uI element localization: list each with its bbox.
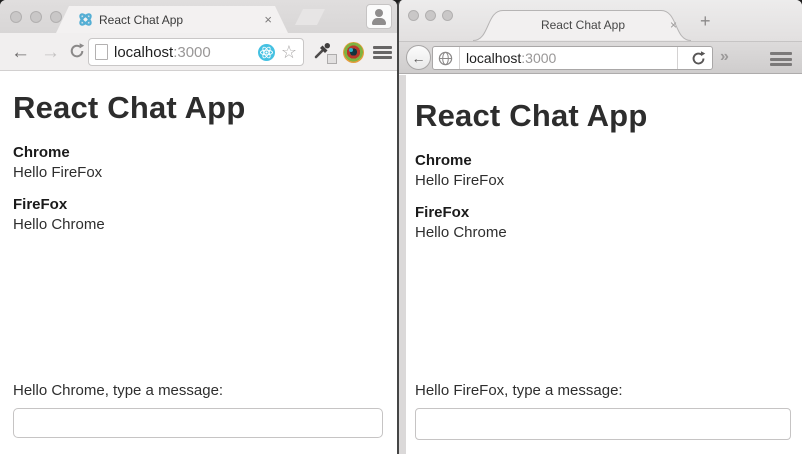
back-button[interactable]: ←	[11, 43, 30, 62]
message-sender: FireFox	[13, 196, 68, 213]
message-compose-area: Hello FireFox, type a message:	[415, 382, 791, 440]
colorpicker-extension-icon[interactable]	[343, 42, 364, 63]
eyedropper-extension-icon[interactable]	[313, 41, 337, 64]
message-text: Hello FireFox	[13, 164, 103, 181]
tab-title: React Chat App	[99, 12, 184, 27]
chrome-toolbar: ← → localhost:3000 ☆	[0, 33, 397, 71]
firefox-toolbar: ← localhost:3000 »	[399, 41, 802, 74]
message-input[interactable]	[13, 408, 383, 438]
message-text: Hello Chrome	[415, 224, 507, 241]
page-icon	[95, 44, 108, 60]
forward-button[interactable]: →	[41, 43, 60, 62]
address-bar[interactable]: localhost:3000 ☆	[88, 38, 304, 66]
react-favicon-icon	[78, 12, 93, 27]
page-title: React Chat App	[415, 98, 648, 133]
url-port: :3000	[521, 50, 557, 66]
globe-icon	[438, 51, 453, 66]
reload-button[interactable]	[684, 50, 712, 66]
firefox-page-content: React Chat App Chrome Hello FireFox Fire…	[406, 75, 802, 454]
message-text: Hello Chrome	[13, 216, 105, 233]
message-text: Hello FireFox	[415, 172, 505, 189]
tab-close-icon[interactable]: ×	[264, 13, 272, 26]
new-tab-button[interactable]: +	[700, 12, 711, 30]
chrome-menu-button[interactable]	[373, 46, 392, 59]
overflow-chevron-button[interactable]: »	[720, 48, 729, 66]
firefox-tab-bar: React Chat App × +	[399, 0, 802, 41]
firefox-menu-button[interactable]	[770, 52, 792, 66]
new-tab-button[interactable]	[295, 9, 325, 25]
minimize-window-button[interactable]	[425, 10, 436, 21]
url-text: localhost:3000	[114, 44, 211, 61]
message-sender: Chrome	[13, 144, 70, 161]
chrome-tab-bar: React Chat App ×	[0, 0, 397, 33]
close-window-button[interactable]	[408, 10, 419, 21]
tab-title: React Chat App	[540, 18, 626, 32]
back-button[interactable]: ←	[406, 45, 431, 70]
message-compose-area: Hello Chrome, type a message:	[13, 382, 383, 438]
minimize-window-button[interactable]	[30, 11, 42, 23]
extension-badge	[327, 54, 337, 64]
tab-close-icon[interactable]: ×	[670, 19, 677, 31]
message-input-label: Hello FireFox, type a message:	[415, 382, 623, 399]
zoom-window-button[interactable]	[50, 11, 62, 23]
chrome-page-content: React Chat App Chrome Hello FireFox Fire…	[0, 71, 397, 454]
reload-button[interactable]	[69, 43, 85, 59]
chrome-browser-window: React Chat App × ← → localhost:3000 ☆ Re…	[0, 0, 397, 454]
message-sender: Chrome	[415, 152, 472, 169]
window-controls	[10, 11, 62, 23]
message-sender: FireFox	[415, 204, 470, 221]
address-bar[interactable]: localhost:3000	[432, 46, 713, 70]
firefox-browser-window: React Chat App × + ← localhost:3000 » Re…	[397, 0, 802, 454]
url-host: localhost	[466, 50, 522, 66]
screen: React Chat App × ← → localhost:3000 ☆ Re…	[0, 0, 802, 454]
chat-message: Chrome Hello FireFox	[13, 143, 397, 183]
page-title: React Chat App	[13, 90, 246, 125]
url-port: :3000	[173, 43, 211, 61]
tab-react-chat-app[interactable]: React Chat App ×	[56, 6, 288, 33]
chat-message: Chrome Hello FireFox	[415, 151, 802, 191]
react-devtools-icon[interactable]	[257, 43, 275, 61]
window-controls	[408, 10, 453, 21]
url-host: localhost	[114, 43, 174, 61]
window-edge	[399, 75, 406, 454]
profile-button[interactable]	[366, 4, 392, 29]
close-window-button[interactable]	[10, 11, 22, 23]
url-text: localhost:3000	[466, 50, 556, 66]
profile-person-icon	[375, 9, 383, 17]
message-input-label: Hello Chrome, type a message:	[13, 382, 224, 399]
bookmark-star-icon[interactable]: ☆	[281, 43, 297, 61]
zoom-window-button[interactable]	[442, 10, 453, 21]
chat-message: FireFox Hello Chrome	[13, 195, 397, 235]
tab-react-chat-app[interactable]: React Chat App ×	[473, 9, 693, 41]
message-input[interactable]	[415, 408, 791, 440]
chat-message: FireFox Hello Chrome	[415, 203, 802, 243]
